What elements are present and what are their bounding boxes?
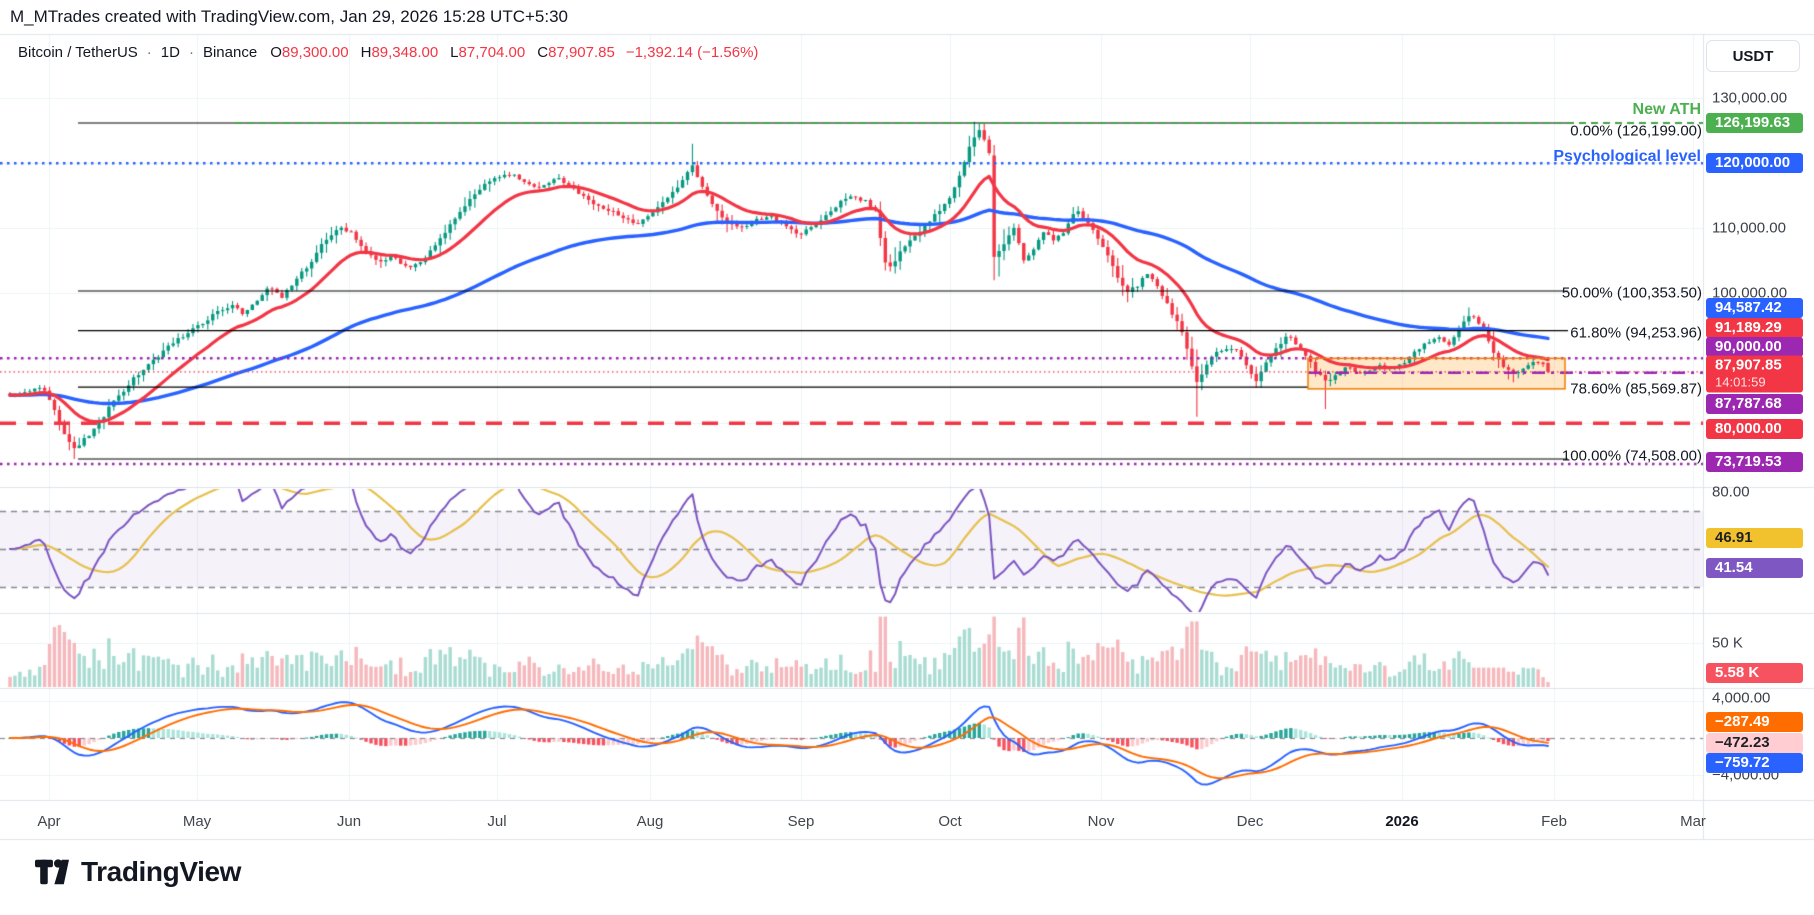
indicator-tag-4: −472.23 [1706,733,1803,753]
tradingview-logo-icon [34,855,70,889]
time-axis-label-Oct[interactable]: Oct [938,813,961,830]
time-axis-label-May[interactable]: May [183,813,211,830]
tradingview-chart-window: M_MTrades created with TradingView.com, … [0,0,1814,915]
indicator-tag-0: 46.91 [1706,528,1803,548]
fib-level-label-0: 0.00% (126,199.00) [1570,123,1702,140]
tradingview-logo-text: TradingView [81,856,241,888]
time-axis-label-Feb[interactable]: Feb [1541,813,1567,830]
ohlc-item-L: L87,704.00 [450,44,525,61]
change-readout: −1,392.14 (−1.56%) [626,44,759,61]
time-axis-label-Mar[interactable]: Mar [1680,813,1706,830]
price-axis-label-1: 110,000.00 [1712,220,1786,237]
price-tag-1: 120,000.00 [1706,153,1803,173]
time-axis-label-Sep[interactable]: Sep [788,813,815,830]
price-chart-canvas[interactable] [0,0,1814,915]
fib-level-label-4: 100.00% (74,508.00) [1562,447,1702,464]
indicator-tag-3: −287.49 [1706,712,1803,732]
tradingview-logo[interactable]: TradingView [34,855,241,889]
time-axis-label-Apr[interactable]: Apr [37,813,60,830]
currency-toggle-button[interactable]: USDT [1706,40,1800,72]
fib-level-label-3: 78.60% (85,569.87) [1570,381,1702,398]
new-ath-annotation: New ATH [1633,101,1701,119]
psychological-level-annotation: Psychological level [1553,148,1701,166]
price-tag-8: 73,719.53 [1706,452,1803,472]
time-axis-label-Dec[interactable]: Dec [1237,813,1264,830]
price-tag-4: 90,000.00 [1706,337,1803,357]
fib-level-label-2: 61.80% (94,253.96) [1570,324,1702,341]
interval-label[interactable]: 1D [161,44,180,61]
time-axis-label-Jun[interactable]: Jun [337,813,361,830]
fib-level-label-1: 50.00% (100,353.50) [1562,284,1702,301]
time-axis-label-2026[interactable]: 2026 [1385,813,1418,830]
price-tag-2: 94,587.42 [1706,298,1803,318]
separator-dot: · [147,44,152,61]
price-tag-6: 87,787.68 [1706,394,1803,414]
price-axis-label-0: 130,000.00 [1712,90,1787,107]
indicator-tag-2: 5.58 K [1706,663,1803,683]
pane-axis-label-1: 50 K [1712,635,1743,652]
ohlc-item-C: C87,907.85 [537,44,615,61]
pane-axis-label-2: 4,000.00 [1712,690,1770,707]
pane-axis-label-0: 80.00 [1712,484,1750,501]
price-tag-3: 91,189.29 [1706,318,1803,338]
price-tag-7: 80,000.00 [1706,419,1803,439]
ohlc-item-O: O89,300.00 [270,44,348,61]
time-axis-label-Jul[interactable]: Jul [487,813,506,830]
price-tag-0: 126,199.63 [1706,113,1803,133]
ohlc-readout: O89,300.00 H89,348.00 L87,704.00 C87,907.85 [270,44,615,61]
time-axis-label-Nov[interactable]: Nov [1088,813,1115,830]
ohlc-item-H: H89,348.00 [361,44,439,61]
attribution-text: M_MTrades created with TradingView.com, … [10,7,568,27]
separator-dot: · [189,44,194,61]
symbol-header: Bitcoin / TetherUS · 1D · Binance O89,30… [18,44,758,61]
time-axis-label-Aug[interactable]: Aug [637,813,664,830]
symbol-name[interactable]: Bitcoin / TetherUS [18,44,138,61]
exchange-label: Binance [203,44,257,61]
indicator-tag-1: 41.54 [1706,558,1803,578]
price-tag-5: 87,907.8514:01:59 [1706,356,1803,393]
indicator-tag-5: −759.72 [1706,753,1803,773]
